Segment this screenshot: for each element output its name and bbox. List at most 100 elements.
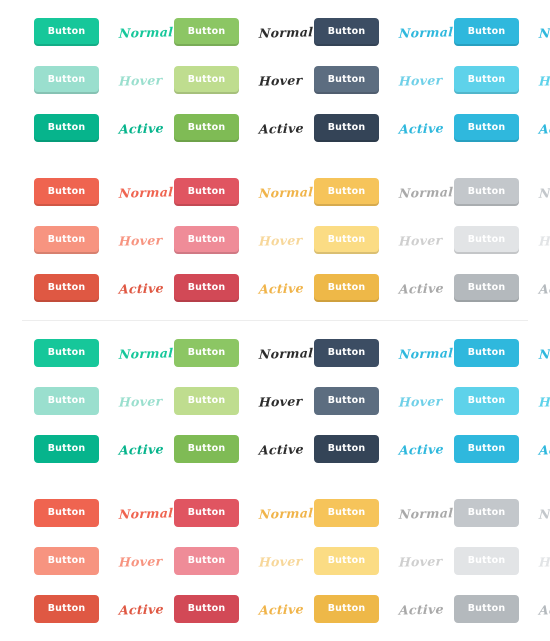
swatch-cell-green-active: Button Active bbox=[174, 435, 314, 463]
button-blue-hover[interactable]: Button bbox=[454, 387, 519, 415]
swatch-cell-crimson-normal: Button Normal bbox=[174, 178, 314, 206]
button-crimson-hover[interactable]: Button bbox=[174, 226, 239, 254]
swatch-cell-yellow-active: Button Active bbox=[314, 274, 454, 302]
button-blue-normal[interactable]: Button bbox=[454, 18, 519, 46]
button-teal-normal[interactable]: Button bbox=[34, 18, 99, 46]
state-label-orange-red-hover: Hover bbox=[118, 231, 163, 249]
state-label-yellow-normal: Normal bbox=[398, 183, 454, 201]
state-label-yellow-active: Active bbox=[398, 600, 445, 618]
state-row-active: Button Active Button Active Button Active Butt… bbox=[0, 425, 550, 473]
swatch-cell-crimson-active: Button Active bbox=[174, 274, 314, 302]
button-crimson-normal[interactable]: Button bbox=[174, 499, 239, 527]
state-label-teal-active: Active bbox=[118, 440, 165, 458]
state-label-teal-hover: Hover bbox=[118, 392, 163, 410]
state-row-normal: Button Normal Button Normal Button Normal Butt… bbox=[0, 8, 550, 56]
swatch-cell-green-active: Button Active bbox=[174, 114, 314, 142]
button-crimson-active[interactable]: Button bbox=[174, 274, 239, 302]
swatch-cell-orange-red-hover: Button Hover bbox=[34, 226, 174, 254]
swatch-cell-orange-red-active: Button Active bbox=[34, 595, 174, 623]
state-label-navy-normal: Normal bbox=[398, 23, 454, 41]
button-crimson-hover[interactable]: Button bbox=[174, 547, 239, 575]
state-label-yellow-active: Active bbox=[398, 279, 445, 297]
swatch-cell-navy-normal: Button Normal bbox=[314, 339, 454, 367]
button-orange-red-hover[interactable]: Button bbox=[34, 226, 99, 254]
state-label-navy-normal: Normal bbox=[398, 344, 454, 362]
swatch-cell-crimson-active: Button Active bbox=[174, 595, 314, 623]
state-label-yellow-hover: Hover bbox=[398, 231, 443, 249]
state-label-orange-red-normal: Normal bbox=[118, 504, 174, 522]
button-yellow-active[interactable]: Button bbox=[314, 274, 379, 302]
swatch-cell-grey-normal: Button Normal bbox=[454, 499, 550, 527]
state-label-grey-normal: Normal bbox=[538, 183, 550, 201]
button-teal-active[interactable]: Button bbox=[34, 114, 99, 142]
state-label-teal-normal: Normal bbox=[118, 344, 174, 362]
swatch-cell-teal-normal: Button Normal bbox=[34, 339, 174, 367]
state-label-orange-red-active: Active bbox=[118, 279, 165, 297]
button-grey-hover[interactable]: Button bbox=[454, 547, 519, 575]
button-yellow-normal[interactable]: Button bbox=[314, 499, 379, 527]
swatch-cell-teal-active: Button Active bbox=[34, 114, 174, 142]
button-green-hover[interactable]: Button bbox=[174, 387, 239, 415]
button-grey-normal[interactable]: Button bbox=[454, 499, 519, 527]
button-teal-active[interactable]: Button bbox=[34, 435, 99, 463]
swatch-cell-crimson-hover: Button Hover bbox=[174, 226, 314, 254]
state-label-navy-hover: Hover bbox=[398, 71, 443, 89]
button-crimson-active[interactable]: Button bbox=[174, 595, 239, 623]
button-orange-red-active[interactable]: Button bbox=[34, 595, 99, 623]
swatch-cell-crimson-hover: Button Hover bbox=[174, 547, 314, 575]
button-blue-normal[interactable]: Button bbox=[454, 339, 519, 367]
swatch-cell-grey-active: Button Active bbox=[454, 595, 550, 623]
button-navy-normal[interactable]: Button bbox=[314, 18, 379, 46]
state-label-yellow-normal: Normal bbox=[398, 504, 454, 522]
swatch-cell-orange-red-active: Button Active bbox=[34, 274, 174, 302]
button-crimson-normal[interactable]: Button bbox=[174, 178, 239, 206]
button-grey-active[interactable]: Button bbox=[454, 595, 519, 623]
swatch-cell-teal-active: Button Active bbox=[34, 435, 174, 463]
state-label-crimson-normal: Normal bbox=[258, 183, 314, 201]
button-yellow-hover[interactable]: Button bbox=[314, 547, 379, 575]
button-navy-active[interactable]: Button bbox=[314, 435, 379, 463]
state-label-grey-hover: Hover bbox=[538, 231, 550, 249]
button-grey-hover[interactable]: Button bbox=[454, 226, 519, 254]
state-label-green-hover: Hover bbox=[258, 392, 303, 410]
button-green-active[interactable]: Button bbox=[174, 114, 239, 142]
button-teal-normal[interactable]: Button bbox=[34, 339, 99, 367]
swatch-cell-grey-hover: Button Hover bbox=[454, 547, 550, 575]
button-green-hover[interactable]: Button bbox=[174, 66, 239, 94]
state-row-normal: Button Normal Button Normal Button Normal Butt… bbox=[0, 489, 550, 537]
button-blue-hover[interactable]: Button bbox=[454, 66, 519, 94]
button-blue-active[interactable]: Button bbox=[454, 435, 519, 463]
state-label-grey-normal: Normal bbox=[538, 504, 550, 522]
button-navy-hover[interactable]: Button bbox=[314, 66, 379, 94]
state-label-navy-hover: Hover bbox=[398, 392, 443, 410]
button-orange-red-active[interactable]: Button bbox=[34, 274, 99, 302]
state-label-navy-active: Active bbox=[398, 440, 445, 458]
swatch-cell-blue-normal: Button Normal bbox=[454, 339, 550, 367]
button-navy-active[interactable]: Button bbox=[314, 114, 379, 142]
swatch-cell-blue-hover: Button Hover bbox=[454, 387, 550, 415]
button-orange-red-normal[interactable]: Button bbox=[34, 499, 99, 527]
button-navy-hover[interactable]: Button bbox=[314, 387, 379, 415]
button-yellow-hover[interactable]: Button bbox=[314, 226, 379, 254]
button-teal-hover[interactable]: Button bbox=[34, 66, 99, 94]
button-yellow-active[interactable]: Button bbox=[314, 595, 379, 623]
button-green-active[interactable]: Button bbox=[174, 435, 239, 463]
swatch-cell-blue-normal: Button Normal bbox=[454, 18, 550, 46]
button-orange-red-hover[interactable]: Button bbox=[34, 547, 99, 575]
state-label-grey-active: Active bbox=[538, 279, 550, 297]
state-label-yellow-hover: Hover bbox=[398, 552, 443, 570]
button-blue-active[interactable]: Button bbox=[454, 114, 519, 142]
button-grey-active[interactable]: Button bbox=[454, 274, 519, 302]
button-orange-red-normal[interactable]: Button bbox=[34, 178, 99, 206]
button-teal-hover[interactable]: Button bbox=[34, 387, 99, 415]
button-grey-normal[interactable]: Button bbox=[454, 178, 519, 206]
button-green-normal[interactable]: Button bbox=[174, 339, 239, 367]
swatch-cell-orange-red-normal: Button Normal bbox=[34, 178, 174, 206]
swatch-cell-blue-active: Button Active bbox=[454, 435, 550, 463]
button-yellow-normal[interactable]: Button bbox=[314, 178, 379, 206]
state-label-grey-hover: Hover bbox=[538, 552, 550, 570]
button-green-normal[interactable]: Button bbox=[174, 18, 239, 46]
state-label-crimson-hover: Hover bbox=[258, 231, 303, 249]
button-navy-normal[interactable]: Button bbox=[314, 339, 379, 367]
group-group-warm-flat: Button Normal Button Normal Button Normal Butt… bbox=[0, 481, 550, 641]
